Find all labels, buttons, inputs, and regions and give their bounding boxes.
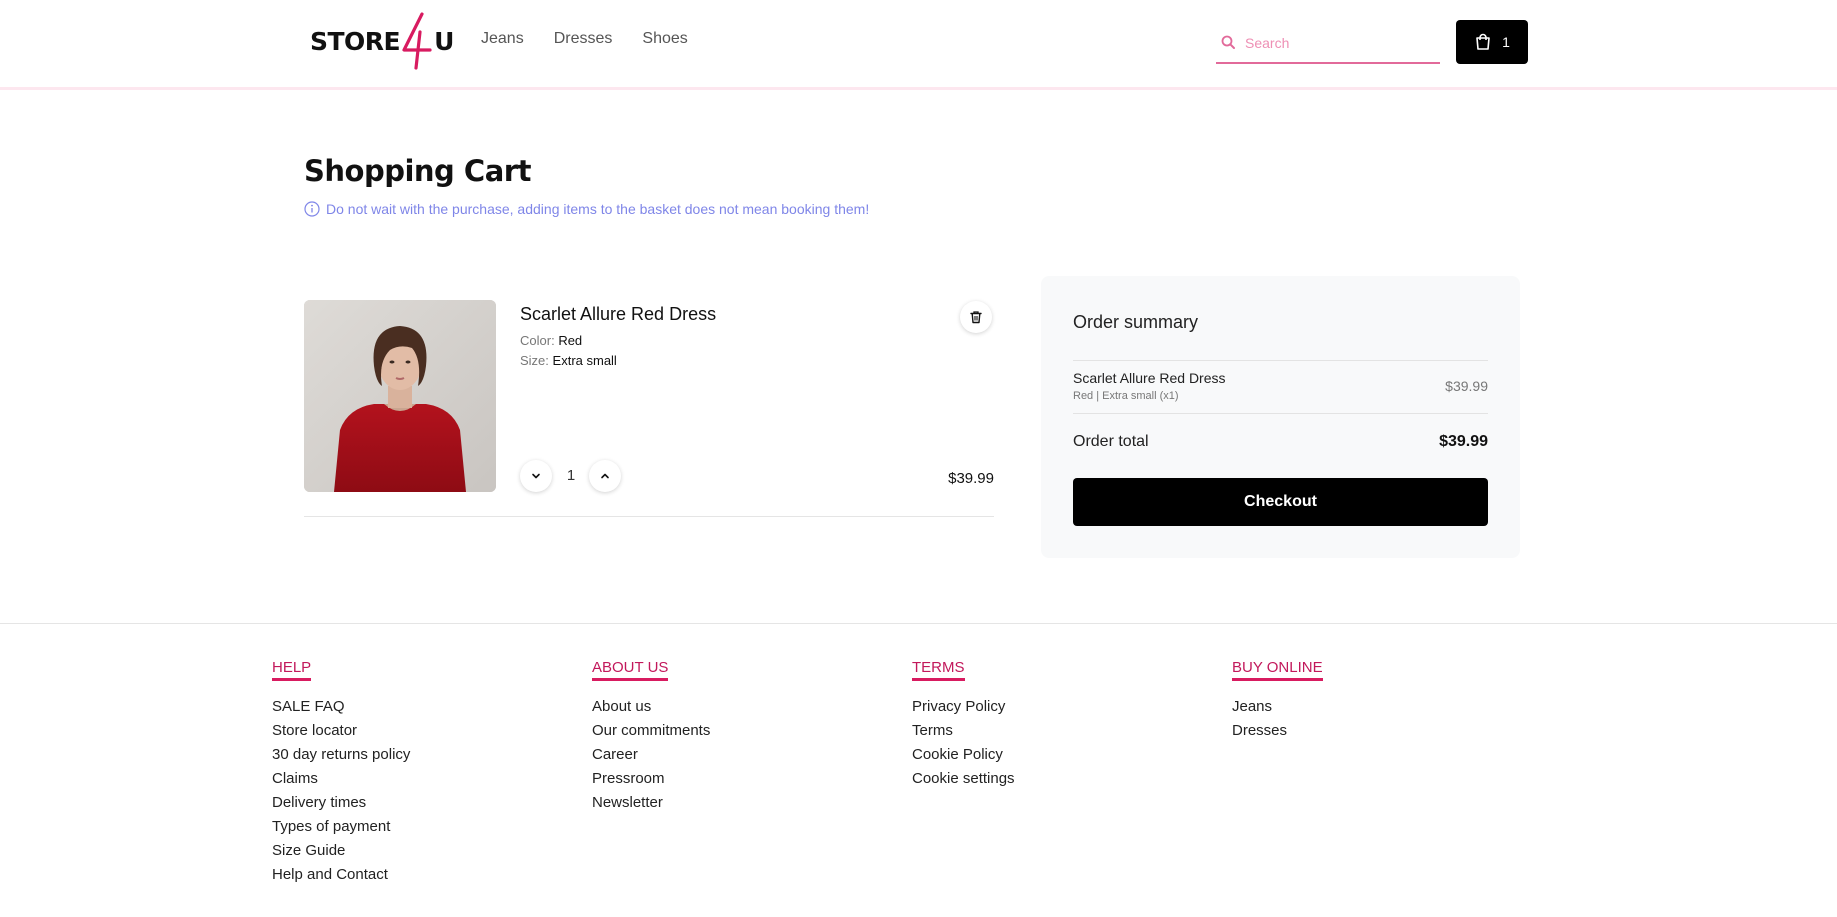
product-name[interactable]: Scarlet Allure Red Dress xyxy=(520,304,716,325)
footer-terms-links: Privacy Policy Terms Cookie Policy Cooki… xyxy=(912,695,1015,791)
notice-text: Do not wait with the purchase, adding it… xyxy=(326,201,870,217)
cart-count: 1 xyxy=(1502,34,1510,50)
product-color: Color: Red xyxy=(520,333,582,348)
logo-text: STORE xyxy=(310,26,401,56)
page-title: Shopping Cart xyxy=(304,154,531,188)
footer-link[interactable]: Privacy Policy xyxy=(912,695,1015,719)
footer-link[interactable]: Pressroom xyxy=(592,767,710,791)
cart-notice: Do not wait with the purchase, adding it… xyxy=(304,201,869,217)
footer-link[interactable]: Cookie Policy xyxy=(912,743,1015,767)
footer-link[interactable]: Terms xyxy=(912,719,1015,743)
footer-terms-column: TERMS Privacy Policy Terms Cookie Policy… xyxy=(912,657,1015,791)
footer-buy-online-links: Jeans Dresses xyxy=(1232,695,1323,743)
nav-shoes[interactable]: Shoes xyxy=(642,30,687,48)
summary-divider xyxy=(1073,413,1488,414)
footer-link[interactable]: Dresses xyxy=(1232,719,1323,743)
size-value: Extra small xyxy=(552,353,617,368)
footer-heading-terms: TERMS xyxy=(912,659,965,681)
footer-link[interactable]: Cookie settings xyxy=(912,767,1015,791)
increase-quantity-button[interactable] xyxy=(589,460,621,492)
site-header: STORE U Jeans Dresses Shoes 1 xyxy=(0,0,1837,90)
quantity-value: 1 xyxy=(566,467,576,484)
product-size: Size: Extra small xyxy=(520,353,617,368)
cart-button[interactable]: 1 xyxy=(1456,20,1528,64)
logo-accent xyxy=(400,12,434,70)
size-label: Size: xyxy=(520,353,549,368)
footer-link[interactable]: Types of payment xyxy=(272,815,410,839)
footer-link[interactable]: Claims xyxy=(272,767,410,791)
product-image[interactable] xyxy=(304,300,496,492)
order-total-label: Order total xyxy=(1073,433,1149,450)
order-summary: Order summary Scarlet Allure Red Dress R… xyxy=(1041,276,1520,558)
color-value: Red xyxy=(558,333,583,348)
trash-icon xyxy=(970,311,982,324)
footer-about-column: ABOUT US About us Our commitments Career… xyxy=(592,657,710,815)
footer-link[interactable]: About us xyxy=(592,695,710,719)
footer-help-column: HELP SALE FAQ Store locator 30 day retur… xyxy=(272,657,410,887)
order-total-value: $39.99 xyxy=(1439,433,1488,450)
decrease-quantity-button[interactable] xyxy=(520,460,552,492)
footer-help-links: SALE FAQ Store locator 30 day returns po… xyxy=(272,695,410,887)
shopping-bag-icon xyxy=(1476,33,1490,50)
item-price: $39.99 xyxy=(948,470,994,487)
checkout-button[interactable]: Checkout xyxy=(1073,478,1488,526)
chevron-down-icon xyxy=(532,473,540,479)
search-bar xyxy=(1216,24,1440,64)
nav-jeans[interactable]: Jeans xyxy=(481,30,524,48)
store-logo[interactable]: STORE U xyxy=(310,12,454,70)
color-label: Color: xyxy=(520,333,555,348)
footer-divider xyxy=(0,623,1837,624)
footer-link[interactable]: Our commitments xyxy=(592,719,710,743)
footer-heading-buy-online: BUY ONLINE xyxy=(1232,659,1323,681)
item-divider xyxy=(304,516,994,517)
footer-link[interactable]: SALE FAQ xyxy=(272,695,410,719)
summary-item-name: Scarlet Allure Red Dress xyxy=(1073,370,1226,386)
footer-link[interactable]: Newsletter xyxy=(592,791,710,815)
summary-item-price: $39.99 xyxy=(1445,378,1488,394)
footer-link[interactable]: Career xyxy=(592,743,710,767)
summary-item-details: Red | Extra small (x1) xyxy=(1073,390,1179,402)
footer-link[interactable]: Store locator xyxy=(272,719,410,743)
footer-heading-about: ABOUT US xyxy=(592,659,669,681)
chevron-up-icon xyxy=(601,473,609,479)
footer-link[interactable]: Jeans xyxy=(1232,695,1323,719)
footer-buy-online-column: BUY ONLINE Jeans Dresses xyxy=(1232,657,1323,743)
info-icon xyxy=(304,201,320,217)
nav-dresses[interactable]: Dresses xyxy=(554,30,613,48)
search-input[interactable] xyxy=(1245,35,1425,51)
footer-link[interactable]: 30 day returns policy xyxy=(272,743,410,767)
summary-title: Order summary xyxy=(1073,312,1199,332)
footer-link[interactable]: Delivery times xyxy=(272,791,410,815)
footer-heading-help: HELP xyxy=(272,659,312,681)
summary-divider xyxy=(1073,360,1488,361)
logo-suffix: U xyxy=(434,26,454,56)
footer-link[interactable]: Size Guide xyxy=(272,839,410,863)
search-icon xyxy=(1221,35,1235,49)
main-nav: Jeans Dresses Shoes xyxy=(481,30,688,48)
footer-about-links: About us Our commitments Career Pressroo… xyxy=(592,695,710,815)
footer-link[interactable]: Help and Contact xyxy=(272,863,410,887)
remove-item-button[interactable] xyxy=(960,301,992,333)
